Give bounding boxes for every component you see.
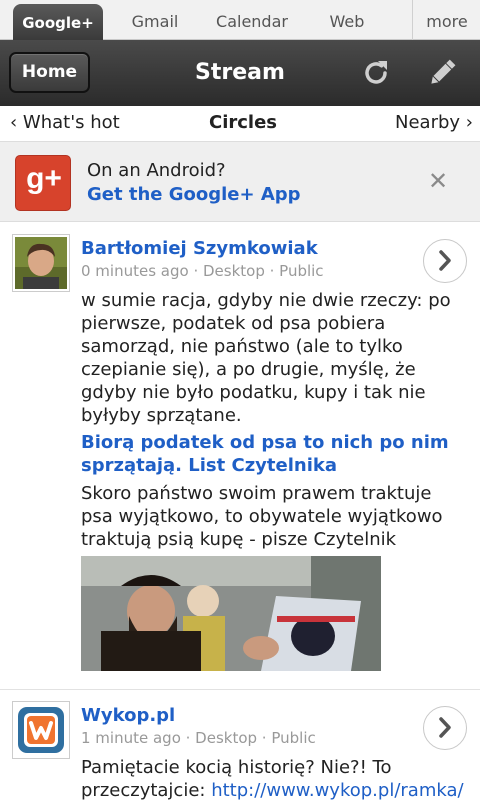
shared-link-image[interactable] xyxy=(81,556,381,671)
avatar[interactable] xyxy=(12,234,70,292)
tab-web[interactable]: Web xyxy=(320,0,374,40)
stream-post: Bartłomiej Szymkowiak 0 minutes ago · De… xyxy=(0,222,480,688)
post-author[interactable]: Wykop.pl xyxy=(81,705,175,726)
tab-divider xyxy=(412,0,413,40)
tab-gmail[interactable]: Gmail xyxy=(120,0,190,40)
avatar-photo xyxy=(15,237,67,289)
post-url-link[interactable]: http://www.wykop.pl/ramka/ xyxy=(211,780,463,800)
shared-link-description: Skoro państwo swoim prawem traktuje psa … xyxy=(81,483,443,550)
tab-more[interactable]: more xyxy=(420,0,474,40)
nav-whats-hot[interactable]: ‹ What's hot xyxy=(10,106,120,140)
post-text: Pamiętacie kocią historię? Nie?! To prze… xyxy=(81,756,466,800)
post-author[interactable]: Bartłomiej Szymkowiak xyxy=(81,238,318,259)
compose-icon[interactable] xyxy=(426,57,458,89)
nav-whats-hot-label: What's hot xyxy=(22,112,120,133)
stream-post: Wykop.pl 1 minute ago · Desktop · Public… xyxy=(0,690,480,800)
post-expand-button[interactable] xyxy=(423,706,467,750)
chevron-right-icon xyxy=(439,717,451,738)
close-icon[interactable]: ✕ xyxy=(428,167,448,195)
wykop-logo xyxy=(15,704,67,756)
post-meta: 1 minute ago · Desktop · Public xyxy=(81,729,316,747)
tab-googleplus[interactable]: Google+ xyxy=(13,4,103,40)
app-promo-banner: g+ On an Android? Get the Google+ App ✕ xyxy=(0,142,480,222)
promo-title: On an Android? xyxy=(87,160,226,181)
stream-subnav: ‹ What's hot Circles Nearby › xyxy=(0,106,480,142)
refresh-icon[interactable] xyxy=(360,57,392,89)
tab-calendar[interactable]: Calendar xyxy=(212,0,292,40)
googleplus-logo-text: g+ xyxy=(26,162,62,195)
post-expand-button[interactable] xyxy=(423,239,467,283)
googleplus-logo: g+ xyxy=(15,155,71,211)
chevron-right-icon xyxy=(439,250,451,271)
post-text: w sumie racja, gdyby nie dwie rzeczy: po… xyxy=(81,290,451,426)
app-tabs: Google+ Gmail Calendar Web more xyxy=(0,0,480,40)
home-button[interactable]: Home xyxy=(9,52,90,93)
avatar[interactable] xyxy=(12,701,70,759)
promo-link[interactable]: Get the Google+ App xyxy=(87,184,301,205)
nav-circles[interactable]: Circles xyxy=(209,106,277,140)
nav-nearby[interactable]: Nearby › xyxy=(395,106,473,140)
header-bar: Home Stream xyxy=(0,40,480,106)
post-meta: 0 minutes ago · Desktop · Public xyxy=(81,262,324,280)
shared-link-title[interactable]: Biorą podatek od psa to nich po nim sprz… xyxy=(81,431,466,477)
nav-nearby-label: Nearby xyxy=(395,112,461,133)
page-title: Stream xyxy=(195,60,285,85)
